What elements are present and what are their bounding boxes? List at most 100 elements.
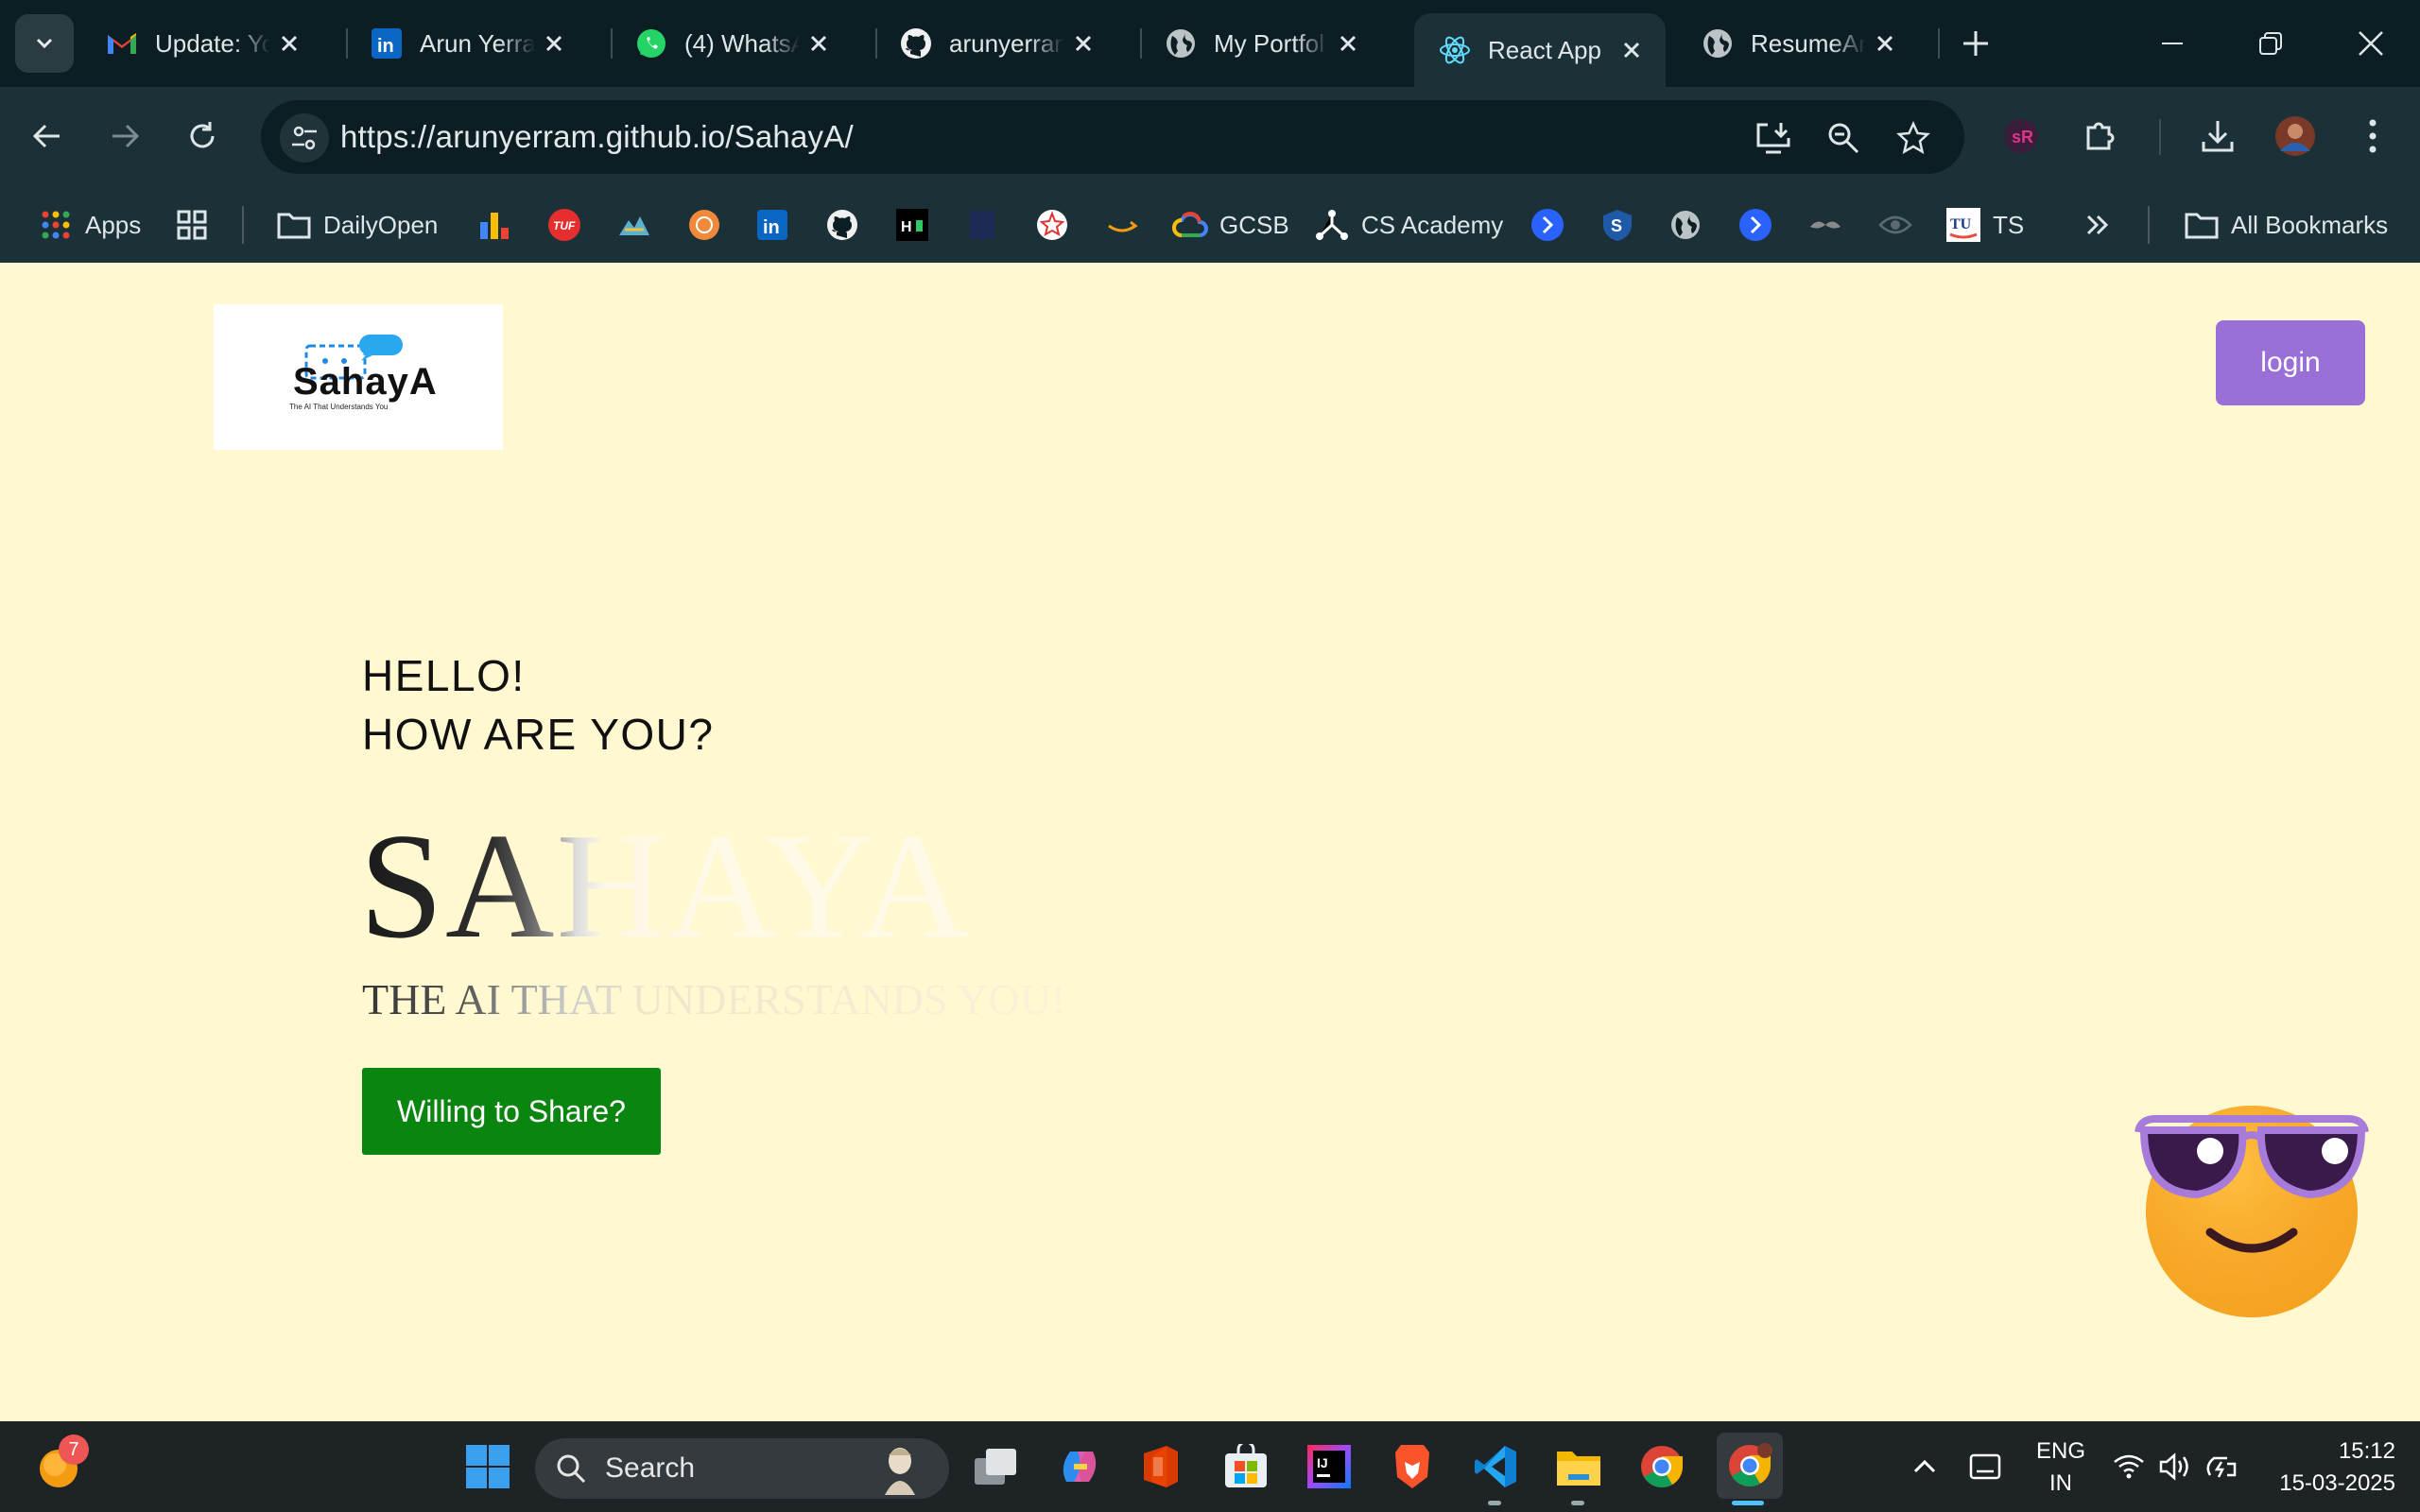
bookmark-star-badge[interactable]: [1034, 202, 1070, 248]
windows-logo-icon: [466, 1445, 510, 1488]
globe-icon: [1163, 26, 1199, 61]
sahaya-logo[interactable]: SahayA The AI That Understands You: [214, 304, 503, 450]
clock-time: 15:12: [2338, 1438, 2395, 1464]
bookmark-amazon[interactable]: [1104, 202, 1140, 248]
install-app-button[interactable]: [1749, 113, 1798, 163]
wifi-button[interactable]: [2102, 1440, 2155, 1493]
bookmark-apps[interactable]: Apps: [38, 202, 141, 248]
task-view-button[interactable]: [970, 1440, 1023, 1493]
vscode-button[interactable]: [1469, 1440, 1522, 1493]
office-button[interactable]: [1134, 1440, 1187, 1493]
extension-button[interactable]: sR: [1996, 112, 2046, 161]
bookmark-orange[interactable]: [686, 202, 722, 248]
tab-title: Update: Yo: [155, 28, 270, 58]
file-explorer-button[interactable]: [1552, 1440, 1605, 1493]
bookmark-globe[interactable]: [1668, 202, 1703, 248]
bookmark-separator: [2148, 206, 2150, 244]
tab-gmail[interactable]: Update: Yo: [81, 13, 323, 74]
chrome-button[interactable]: [1635, 1440, 1688, 1493]
store-button[interactable]: [1219, 1440, 1272, 1493]
bookmark-cs-academy[interactable]: CS Academy: [1314, 202, 1503, 248]
bookmark-dark-page[interactable]: [964, 202, 1000, 248]
region-code: IN: [2049, 1470, 2072, 1496]
chrome-icon: [1641, 1446, 1683, 1487]
new-tab-button[interactable]: [1953, 21, 1998, 66]
browser-toolbar: https://arunyerram.github.io/SahayA/ sR: [0, 87, 2420, 187]
keyboard-button[interactable]: [1959, 1440, 2012, 1493]
taskbar-search-box[interactable]: Search: [535, 1438, 949, 1499]
back-button[interactable]: [23, 112, 72, 161]
tab-search-button[interactable]: [15, 14, 74, 73]
willing-to-share-button[interactable]: Willing to Share?: [362, 1068, 661, 1155]
close-icon[interactable]: [1866, 25, 1904, 62]
zoom-button[interactable]: [1819, 113, 1868, 163]
all-bookmarks-folder[interactable]: All Bookmarks: [2184, 202, 2388, 248]
bookmark-mustache[interactable]: [1807, 202, 1843, 248]
tab-github[interactable]: arunyerran: [875, 13, 1117, 74]
site-info-button[interactable]: [280, 113, 329, 163]
linkedin-icon: in: [369, 26, 405, 61]
chrome-profile-button[interactable]: [1717, 1433, 1783, 1499]
address-bar[interactable]: https://arunyerram.github.io/SahayA/: [261, 100, 1964, 174]
tab-whatsapp[interactable]: (4) WhatsA: [611, 13, 853, 74]
more-bookmarks-button[interactable]: [2080, 202, 2116, 248]
bookmark-ts[interactable]: TU TS: [1945, 202, 2024, 248]
close-window-button[interactable]: [2348, 21, 2394, 66]
bookmark-tab-groups[interactable]: [174, 202, 210, 248]
svg-text:in: in: [763, 217, 780, 238]
bookmark-hackerrank[interactable]: H: [894, 202, 930, 248]
minimize-icon: [2162, 43, 2183, 44]
bookmark-gcsb[interactable]: GCSB: [1172, 202, 1289, 248]
cs-academy-icon: [1314, 207, 1350, 243]
show-hidden-icons-button[interactable]: [1898, 1440, 1951, 1493]
bookmark-folder-dailyopen[interactable]: DailyOpen: [276, 202, 438, 248]
login-button[interactable]: login: [2216, 320, 2365, 405]
bookmark-blue-2[interactable]: [1737, 202, 1773, 248]
tab-react-app[interactable]: React App: [1414, 13, 1666, 87]
tab-linkedin[interactable]: in Arun Yerra: [346, 13, 588, 74]
clock[interactable]: 15:12 15-03-2025: [2254, 1438, 2395, 1497]
intellij-button[interactable]: IJ: [1303, 1440, 1356, 1493]
close-icon[interactable]: [1329, 25, 1367, 62]
bookmark-tuf[interactable]: TUF: [546, 202, 582, 248]
active-indicator: [1732, 1501, 1764, 1505]
tab-portfolio[interactable]: My Portfol: [1140, 13, 1382, 74]
restore-button[interactable]: [2248, 21, 2293, 66]
bookmark-linkedin[interactable]: in: [754, 202, 790, 248]
downloads-button[interactable]: [2193, 112, 2242, 161]
forward-button[interactable]: [100, 112, 149, 161]
close-icon[interactable]: [800, 25, 838, 62]
greeting-line-2: HOW ARE YOU?: [362, 710, 715, 759]
bookmark-github[interactable]: [824, 202, 860, 248]
bookmark-shield-s[interactable]: S: [1599, 202, 1635, 248]
start-button[interactable]: [461, 1440, 514, 1493]
close-icon[interactable]: [535, 25, 573, 62]
close-icon[interactable]: [270, 25, 308, 62]
tab-resume[interactable]: ResumeAn: [1677, 13, 1919, 74]
blue-circle-icon: [1737, 207, 1773, 243]
profile-button[interactable]: [2271, 112, 2320, 161]
battery-button[interactable]: [2195, 1440, 2248, 1493]
extensions-button[interactable]: [2076, 112, 2125, 161]
reload-button[interactable]: [178, 112, 227, 161]
bookmark-blue-1[interactable]: [1530, 202, 1565, 248]
copilot-button[interactable]: [1053, 1440, 1106, 1493]
language-indicator[interactable]: ENG IN: [2023, 1438, 2099, 1497]
brave-button[interactable]: [1386, 1440, 1439, 1493]
close-icon[interactable]: [1613, 31, 1651, 69]
url-text[interactable]: https://arunyerram.github.io/SahayA/: [340, 119, 854, 155]
bookmark-star-button[interactable]: [1889, 113, 1938, 163]
bookmark-analytics[interactable]: [476, 202, 512, 248]
bookmark-mountains[interactable]: [616, 202, 652, 248]
minimize-button[interactable]: [2150, 21, 2195, 66]
tab-title: arunyerran: [949, 28, 1064, 58]
menu-button[interactable]: [2348, 112, 2397, 161]
close-icon[interactable]: [1064, 25, 1102, 62]
more-vert-icon: [2369, 119, 2377, 153]
avatar: [2275, 116, 2315, 156]
web-page: SahayA The AI That Understands You login…: [0, 263, 2420, 1421]
widgets-button[interactable]: 7: [32, 1435, 89, 1493]
bookmark-eye[interactable]: [1877, 202, 1913, 248]
tab-title: My Portfol: [1214, 28, 1325, 58]
tab-separator: [1938, 28, 1940, 59]
